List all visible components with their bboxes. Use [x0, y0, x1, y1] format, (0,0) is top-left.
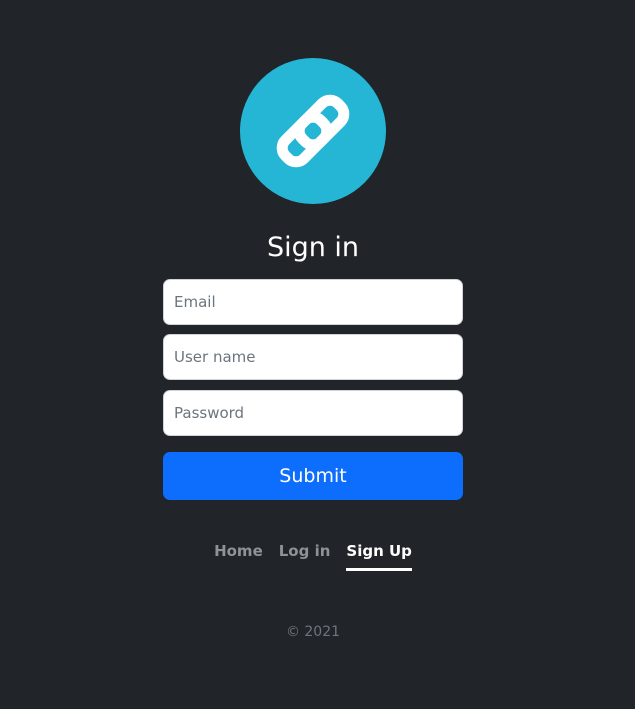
link-icon — [276, 94, 350, 168]
submit-button[interactable]: Submit — [163, 452, 463, 500]
nav-link-login[interactable]: Log in — [279, 541, 331, 571]
email-field[interactable] — [163, 279, 463, 325]
page-title: Sign in — [266, 232, 360, 263]
nav-link-home[interactable]: Home — [214, 541, 263, 571]
username-field[interactable] — [163, 334, 463, 380]
footer-nav: Home Log in Sign Up — [0, 541, 626, 571]
copyright-text: © 2021 — [285, 624, 341, 640]
password-field[interactable] — [163, 390, 463, 436]
nav-link-signup[interactable]: Sign Up — [346, 541, 412, 571]
app-logo — [240, 58, 386, 204]
